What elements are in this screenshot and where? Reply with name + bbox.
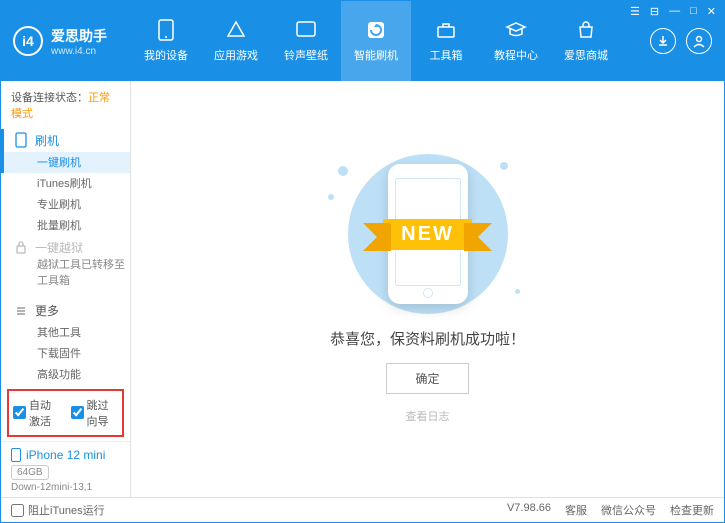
section-jailbreak[interactable]: 一键越狱 (1, 236, 130, 259)
connection-status: 设备连接状态：正常模式 (1, 81, 130, 129)
nav-flash[interactable]: 智能刷机 (341, 1, 411, 81)
check-update-link[interactable]: 检查更新 (670, 502, 714, 518)
nav-apps[interactable]: 应用游戏 (201, 1, 271, 81)
maximize-icon[interactable]: □ (690, 5, 697, 18)
sidebar-batch-flash[interactable]: 批量刷机 (1, 215, 130, 236)
logo-icon: i4 (13, 26, 43, 56)
logo-area: i4 爱思助手 www.i4.cn (1, 1, 131, 81)
sidebar-advanced[interactable]: 高级功能 (1, 364, 130, 385)
phone-small-icon (15, 132, 27, 148)
sidebar-pro-flash[interactable]: 专业刷机 (1, 194, 130, 215)
section-flash[interactable]: 刷机 (1, 129, 130, 152)
success-illustration: NEW (328, 154, 528, 314)
app-url: www.i4.cn (51, 46, 107, 57)
lock-icon (15, 240, 27, 254)
header: i4 爱思助手 www.i4.cn 我的设备 应用游戏 铃声壁纸 智能刷机 工具… (1, 1, 724, 81)
nav-toolbox[interactable]: 工具箱 (411, 1, 481, 81)
minimize-icon[interactable]: — (669, 5, 680, 18)
close-icon[interactable]: ✕ (707, 5, 716, 18)
footer: 阻止iTunes运行 V7.98.66 客服 微信公众号 检查更新 (1, 497, 724, 522)
sidebar-download-firmware[interactable]: 下载固件 (1, 343, 130, 364)
phone-icon (155, 19, 177, 41)
user-button[interactable] (686, 28, 712, 54)
device-phone-icon (11, 448, 21, 462)
tutorial-icon (505, 19, 527, 41)
support-link[interactable]: 客服 (565, 502, 587, 518)
device-storage: 64GB (11, 465, 49, 480)
flash-icon (365, 19, 387, 41)
view-log-link[interactable]: 查看日志 (406, 408, 450, 424)
options-box: 自动激活 跳过向导 (7, 389, 124, 437)
nav-ringtone[interactable]: 铃声壁纸 (271, 1, 341, 81)
wallpaper-icon (295, 19, 317, 41)
toolbox-icon (435, 19, 457, 41)
version-label: V7.98.66 (507, 502, 551, 518)
device-info[interactable]: iPhone 12 mini 64GB Down-12mini-13,1 (1, 441, 130, 497)
nav-my-device[interactable]: 我的设备 (131, 1, 201, 81)
success-message: 恭喜您，保资料刷机成功啦！ (330, 328, 525, 349)
new-ribbon: NEW (383, 219, 472, 250)
sidebar-oneclick-flash[interactable]: 一键刷机 (1, 152, 130, 173)
sidebar: 设备连接状态：正常模式 刷机 一键刷机 iTunes刷机 专业刷机 批量刷机 一… (1, 81, 131, 497)
ok-button[interactable]: 确定 (386, 363, 468, 394)
menu-icon[interactable]: ☰ (630, 5, 640, 18)
device-name: iPhone 12 mini (11, 448, 120, 462)
sidebar-itunes-flash[interactable]: iTunes刷机 (1, 173, 130, 194)
more-icon (15, 305, 27, 317)
apps-icon (225, 19, 247, 41)
nav-tutorial[interactable]: 教程中心 (481, 1, 551, 81)
download-button[interactable] (650, 28, 676, 54)
top-nav: 我的设备 应用游戏 铃声壁纸 智能刷机 工具箱 教程中心 爱思商城 (131, 1, 650, 81)
jailbreak-note: 越狱工具已转移至工具箱 (1, 258, 130, 289)
auto-activate-checkbox[interactable]: 自动激活 (13, 397, 61, 429)
wechat-link[interactable]: 微信公众号 (601, 502, 656, 518)
main-content: NEW 恭喜您，保资料刷机成功啦！ 确定 查看日志 (131, 81, 724, 497)
nav-store[interactable]: 爱思商城 (551, 1, 621, 81)
lock-icon[interactable]: ⊟ (650, 5, 659, 18)
section-more[interactable]: 更多 (1, 299, 130, 322)
skip-wizard-checkbox[interactable]: 跳过向导 (71, 397, 119, 429)
sidebar-other-tools[interactable]: 其他工具 (1, 322, 130, 343)
window-controls: ☰ ⊟ — □ ✕ (630, 5, 716, 18)
app-title: 爱思助手 (51, 26, 107, 46)
store-icon (575, 19, 597, 41)
device-model: Down-12mini-13,1 (11, 482, 120, 493)
block-itunes-checkbox[interactable]: 阻止iTunes运行 (11, 502, 105, 518)
